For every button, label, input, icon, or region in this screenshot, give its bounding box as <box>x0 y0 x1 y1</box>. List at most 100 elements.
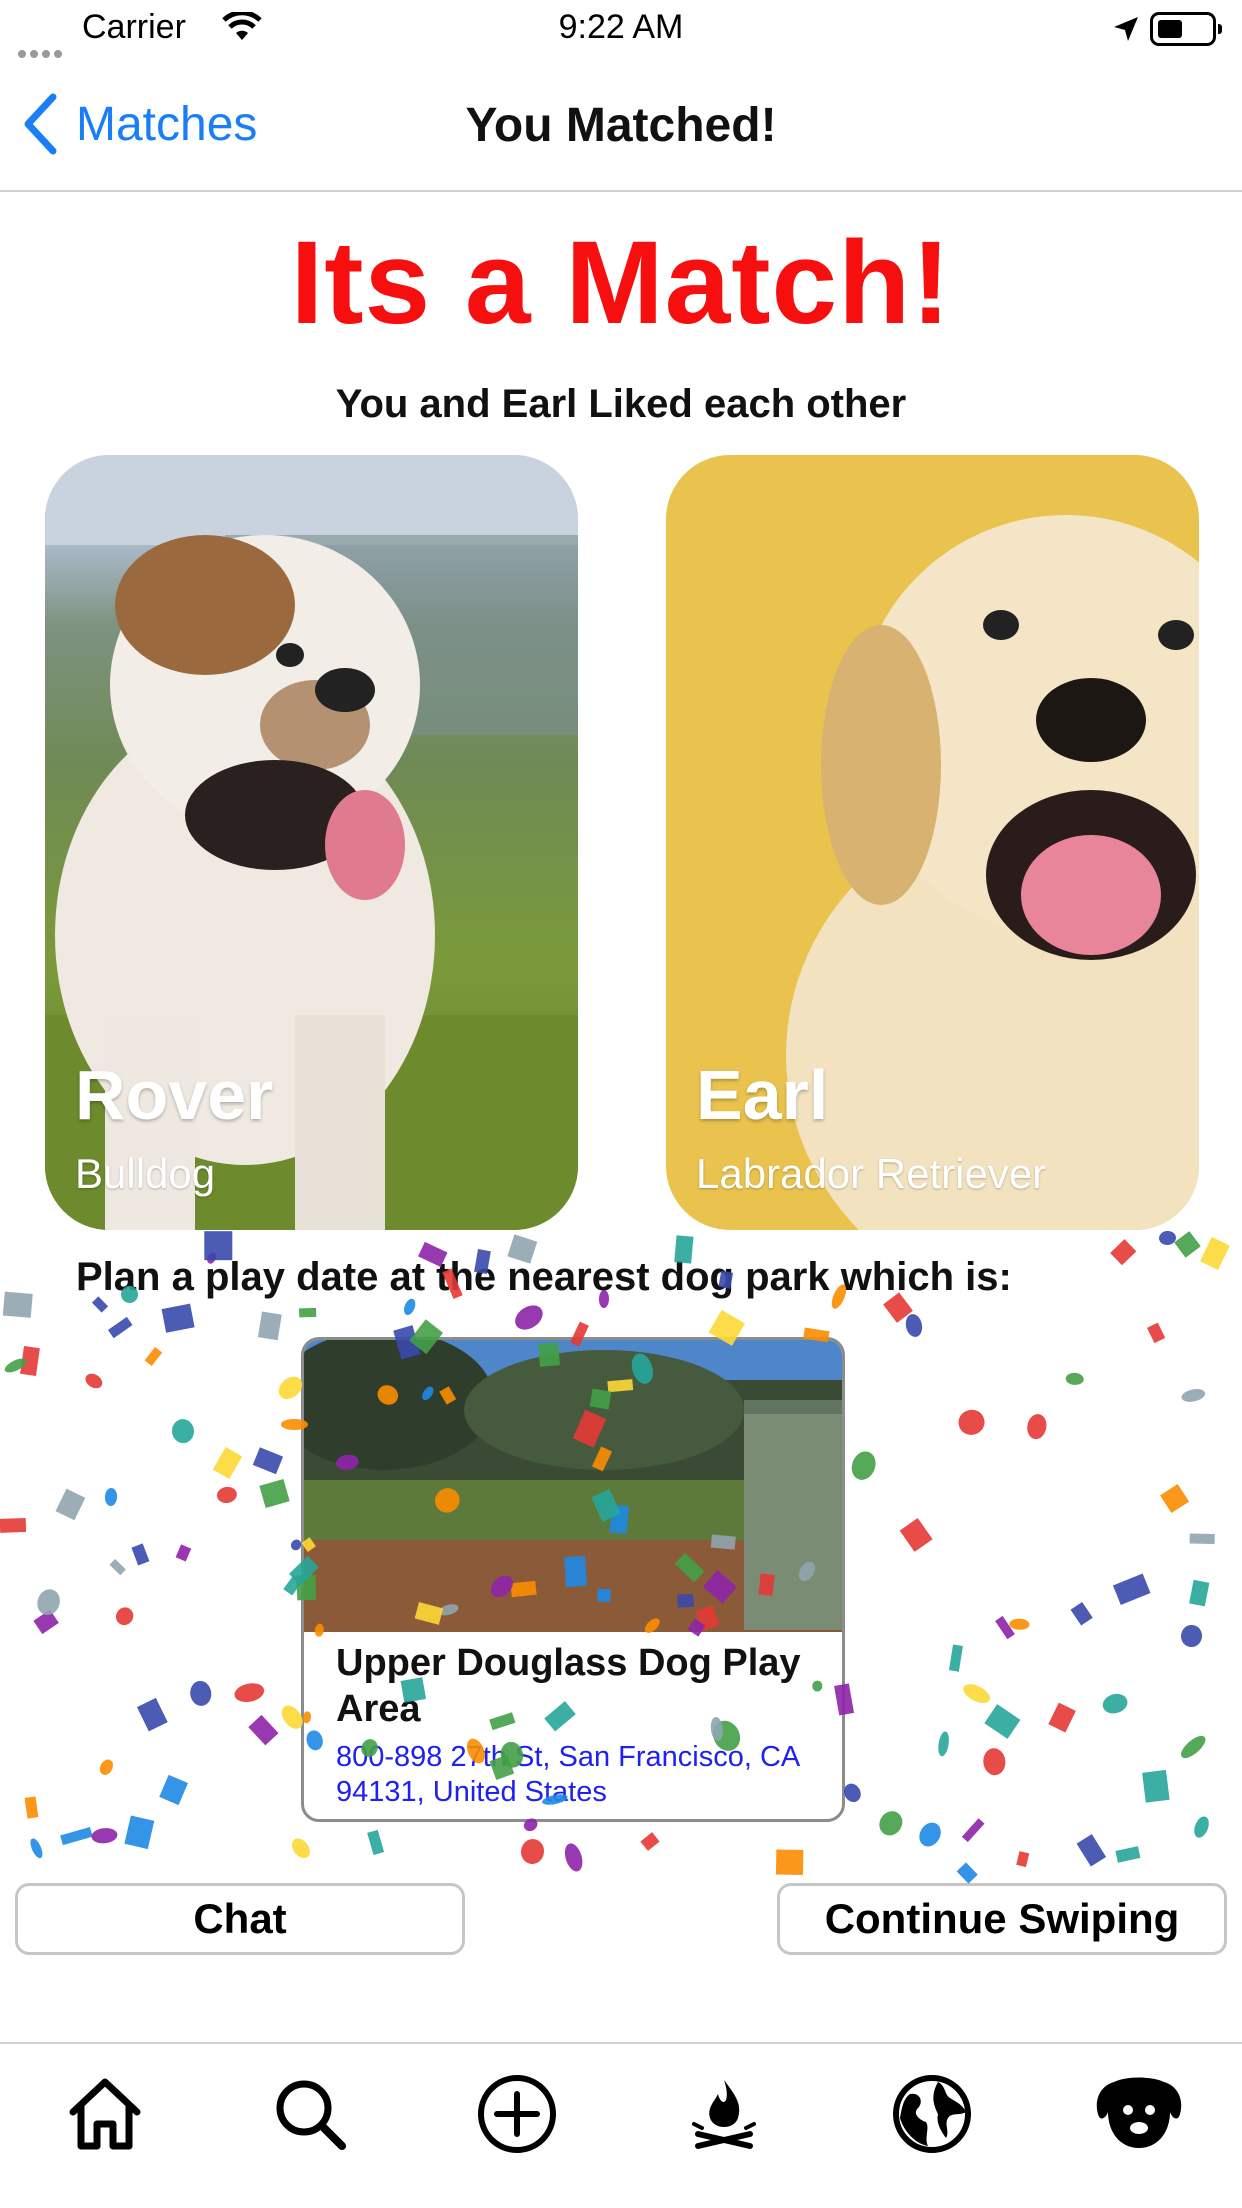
confetti-piece <box>1047 1702 1076 1733</box>
playdate-prompt: Plan a play date at the nearest dog park… <box>76 1255 1012 1299</box>
chat-button[interactable]: Chat <box>15 1883 465 1955</box>
confetti-piece <box>1189 1532 1215 1544</box>
confetti-piece <box>994 1616 1015 1640</box>
add-icon <box>478 2075 556 2153</box>
confetti-piece <box>1115 1846 1141 1863</box>
tab-add[interactable] <box>467 2064 567 2164</box>
confetti-piece <box>949 1644 964 1672</box>
confetti-piece <box>98 1756 116 1777</box>
confetti-piece <box>1100 1691 1130 1717</box>
confetti-piece <box>1070 1602 1093 1626</box>
confetti-piece <box>1158 1230 1177 1247</box>
confetti-piece <box>104 1487 119 1507</box>
dog-park-card[interactable]: Upper Douglass Dog Play Area 800-898 27t… <box>301 1337 845 1822</box>
status-bar: Carrier 9:22 AM <box>0 0 1242 62</box>
confetti-piece <box>299 1307 317 1318</box>
confetti-piece <box>247 1715 278 1746</box>
match-subtitle: You and Earl Liked each other <box>335 382 907 426</box>
dog-icon <box>1096 2077 1182 2148</box>
confetti-piece <box>1065 1372 1085 1386</box>
campfire-icon <box>692 2080 756 2149</box>
confetti-piece <box>257 1311 282 1340</box>
confetti-piece <box>519 1837 546 1867</box>
confetti-piece <box>171 1418 196 1445</box>
confetti-piece <box>288 1834 314 1862</box>
confetti-piece <box>1016 1850 1030 1868</box>
confetti-piece <box>282 1575 302 1596</box>
confetti-piece <box>1025 1412 1049 1441</box>
dog-breed: Bulldog <box>75 1150 216 1197</box>
confetti-piece <box>137 1698 168 1732</box>
park-photo <box>304 1340 842 1632</box>
confetti-piece <box>3 1291 34 1319</box>
confetti-piece <box>212 1447 242 1480</box>
confetti-piece <box>161 1303 195 1334</box>
confetti-piece <box>1200 1236 1231 1270</box>
confetti-piece <box>956 1862 978 1884</box>
confetti-piece <box>510 1300 548 1335</box>
continue-swiping-button[interactable]: Continue Swiping <box>777 1883 1227 1955</box>
confetti-piece <box>159 1774 188 1806</box>
confetti-piece <box>367 1830 385 1856</box>
dog-name: Rover <box>75 1056 274 1134</box>
confetti-piece <box>131 1542 150 1566</box>
park-address[interactable]: 800-898 27th St, San Francisco, CA 94131… <box>336 1740 836 1810</box>
confetti-piece <box>82 1370 105 1392</box>
home-icon <box>69 2078 141 2150</box>
confetti-piece <box>1113 1573 1151 1605</box>
confetti-piece <box>2 1355 29 1376</box>
confetti-piece <box>109 1558 127 1575</box>
confetti-piece <box>981 1747 1007 1777</box>
confetti-piece <box>914 1818 945 1851</box>
confetti-piece <box>1178 1732 1210 1763</box>
confetti-piece <box>1174 1231 1201 1258</box>
confetti-piece <box>107 1316 133 1338</box>
confetti-piece <box>259 1478 291 1508</box>
confetti-piece <box>960 1680 994 1708</box>
confetti-piece <box>984 1704 1021 1740</box>
confetti-piece <box>33 1610 59 1634</box>
dog-card-earl[interactable]: Earl Labrador Retriever <box>666 455 1199 1230</box>
confetti-piece <box>1008 1618 1030 1631</box>
confetti-piece <box>24 1796 39 1820</box>
confetti-piece <box>1188 1579 1209 1607</box>
confetti-piece <box>188 1679 214 1708</box>
confetti-piece <box>111 1603 137 1629</box>
confetti-piece <box>847 1447 880 1484</box>
confetti-piece <box>124 1814 155 1849</box>
confetti-piece <box>144 1346 162 1366</box>
tab-dog[interactable] <box>1089 2064 1189 2164</box>
status-time: 9:22 AM <box>558 8 684 46</box>
tab-globe[interactable] <box>882 2064 982 2164</box>
confetti-piece <box>215 1485 238 1505</box>
battery-icon <box>1150 12 1222 46</box>
confetti-piece <box>1076 1833 1107 1867</box>
confetti-piece <box>955 1406 987 1437</box>
confetti-piece <box>175 1544 191 1562</box>
tab-campfire[interactable] <box>674 2064 774 2164</box>
confetti-piece <box>55 1488 86 1521</box>
confetti-piece <box>60 1826 94 1846</box>
dog-name: Earl <box>696 1056 829 1134</box>
confetti-piece <box>874 1807 907 1841</box>
confetti-piece <box>1180 1387 1207 1405</box>
confetti-piece <box>1109 1239 1137 1266</box>
confetti-piece <box>640 1831 660 1851</box>
confetti-piece <box>0 1517 27 1534</box>
dog-card-rover[interactable]: Rover Bulldog <box>45 455 578 1230</box>
confetti-piece <box>28 1836 46 1860</box>
confetti-piece <box>776 1849 804 1876</box>
nav-title: You Matched! <box>465 99 777 152</box>
tab-home[interactable] <box>55 2064 155 2164</box>
confetti-piece <box>252 1446 283 1475</box>
confetti-piece <box>561 1840 587 1874</box>
match-headline: Its a Match! <box>290 217 952 349</box>
confetti-piece <box>904 1312 925 1340</box>
confetti-piece <box>20 1345 41 1376</box>
location-arrow-icon <box>1112 13 1140 52</box>
navigation-bar: Matches You Matched! <box>0 62 1242 192</box>
confetti-piece <box>34 1586 64 1618</box>
tab-search[interactable] <box>260 2064 360 2164</box>
confetti-piece <box>1141 1770 1170 1803</box>
park-name: Upper Douglass Dog Play Area <box>336 1642 801 1730</box>
